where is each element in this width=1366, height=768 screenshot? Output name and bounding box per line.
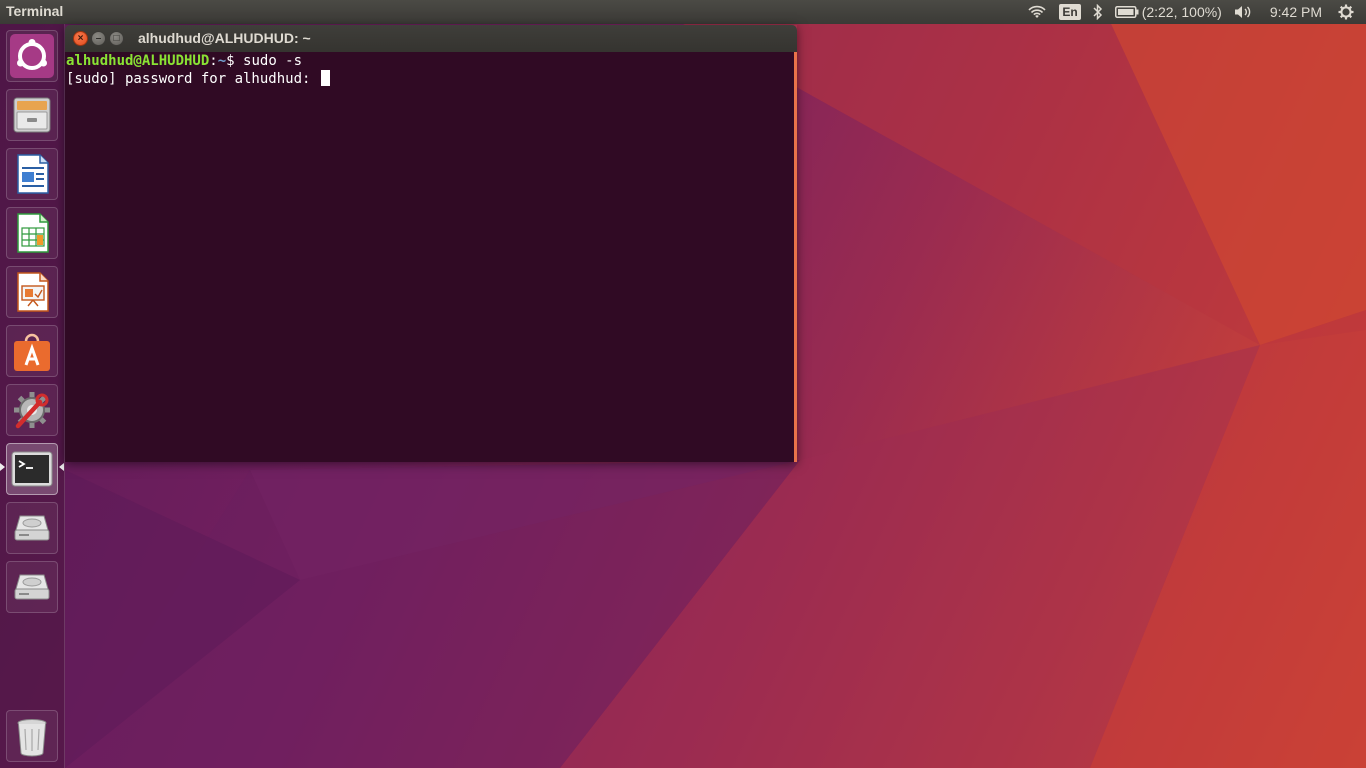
window-close-button[interactable]: ×	[73, 31, 88, 46]
launcher-system-settings[interactable]	[6, 384, 58, 436]
terminal-line-2: [sudo] password for alhudhud:	[66, 70, 793, 87]
keyboard-layout-indicator[interactable]: En	[1053, 0, 1086, 24]
battery-icon	[1114, 6, 1139, 18]
file-cabinet-icon	[13, 97, 51, 133]
launcher-files[interactable]	[6, 89, 58, 141]
wifi-indicator[interactable]	[1021, 0, 1053, 24]
volume-indicator[interactable]	[1228, 0, 1260, 24]
terminal-content[interactable]: alhudhud@ALHUDHUD:~$ sudo -s [sudo] pass…	[65, 52, 797, 462]
clock-indicator[interactable]: 9:42 PM	[1260, 0, 1332, 24]
battery-indicator[interactable]: (2:22, 100%)	[1109, 0, 1228, 24]
writer-document-icon	[17, 154, 49, 194]
software-bag-icon	[14, 333, 50, 371]
hard-drive-icon	[14, 574, 50, 600]
launcher-trash[interactable]	[6, 710, 58, 762]
launcher-libreoffice-calc[interactable]	[6, 207, 58, 259]
keyboard-layout-badge: En	[1059, 4, 1081, 20]
trash-icon	[17, 719, 47, 757]
command-text: sudo -s	[243, 53, 303, 69]
window-title: alhudhud@ALHUDHUD: ~	[138, 30, 311, 46]
bluetooth-icon	[1093, 4, 1102, 20]
ubuntu-logo-icon	[10, 34, 54, 78]
launcher-running-pip	[0, 463, 5, 471]
volume-icon	[1234, 6, 1251, 18]
settings-gear-icon	[1338, 4, 1354, 20]
prompt-symbol: $	[226, 53, 244, 69]
window-maximize-button[interactable]: □	[109, 31, 124, 46]
terminal-window: × – □ alhudhud@ALHUDHUD: ~ alhudhud@ALHU…	[65, 25, 797, 462]
active-app-title: Terminal	[6, 3, 64, 19]
terminal-icon	[11, 451, 53, 487]
launcher-focused-pip	[59, 463, 64, 471]
text-cursor	[320, 70, 330, 86]
impress-presentation-icon	[17, 272, 49, 312]
clock-text: 9:42 PM	[1269, 4, 1322, 20]
launcher-dash-home[interactable]	[6, 30, 58, 82]
top-panel: Terminal En (2:22, 100%) 9:42 PM	[0, 0, 1366, 24]
prompt-path: ~	[217, 53, 227, 69]
launcher-drive-2[interactable]	[6, 561, 58, 613]
wifi-icon	[1028, 5, 1046, 18]
prompt-user-host: alhudhud@ALHUDHUD	[66, 53, 210, 69]
settings-wrench-icon	[14, 392, 50, 429]
launcher-ubuntu-software[interactable]	[6, 325, 58, 377]
indicator-area: En (2:22, 100%) 9:42 PM	[1021, 0, 1360, 24]
launcher-drive-1[interactable]	[6, 502, 58, 554]
calc-spreadsheet-icon	[17, 213, 49, 253]
launcher	[0, 24, 65, 768]
window-minimize-button[interactable]: –	[91, 31, 106, 46]
launcher-libreoffice-impress[interactable]	[6, 266, 58, 318]
prompt-separator: :	[209, 53, 218, 69]
session-indicator[interactable]	[1332, 0, 1360, 24]
launcher-libreoffice-writer[interactable]	[6, 148, 58, 200]
launcher-terminal[interactable]	[6, 443, 58, 495]
sudo-password-prompt: [sudo] password for alhudhud:	[66, 71, 319, 87]
window-titlebar[interactable]: × – □ alhudhud@ALHUDHUD: ~	[65, 25, 797, 52]
hard-drive-icon	[14, 515, 50, 541]
terminal-line-1: alhudhud@ALHUDHUD:~$ sudo -s	[66, 53, 793, 70]
bluetooth-indicator[interactable]	[1087, 0, 1109, 24]
battery-text: (2:22, 100%)	[1141, 4, 1222, 20]
